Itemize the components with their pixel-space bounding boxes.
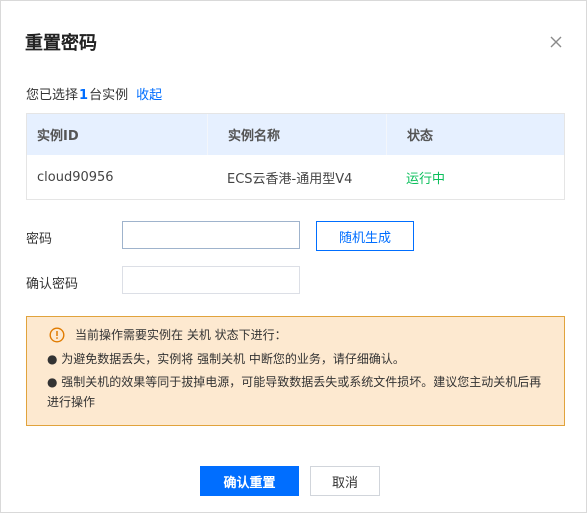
- confirm-password-label: 确认密码: [26, 277, 79, 292]
- cell-instance-id: cloud90956: [37, 169, 114, 185]
- generate-password-button[interactable]: 随机生成: [316, 221, 414, 251]
- table-header: 实例ID 实例名称 状态: [27, 114, 564, 155]
- instance-table: 实例ID 实例名称 状态 cloud90956 ECS云香港-通用型V4 运行中: [26, 113, 565, 200]
- cancel-button[interactable]: 取消: [310, 466, 380, 496]
- selection-suffix: 台实例: [89, 88, 129, 103]
- collapse-link[interactable]: 收起: [136, 88, 162, 103]
- warning-line-2: ● 强制关机的效果等同于拔掉电源，可能导致数据丢失或系统文件损坏。建议您主动关机…: [47, 375, 542, 409]
- selection-prefix: 您已选择: [26, 88, 79, 103]
- confirm-password-input[interactable]: [122, 266, 300, 294]
- status-badge: 运行中: [406, 171, 446, 187]
- header-status: 状态: [386, 114, 564, 155]
- selection-count: 1: [79, 88, 89, 103]
- selection-summary: 您已选择1台实例 收起: [26, 84, 162, 103]
- warning-heading-row: 当前操作需要实例在 关机 状态下进行：: [49, 325, 287, 345]
- header-instance-name: 实例名称: [207, 114, 386, 155]
- warning-heading: 当前操作需要实例在 关机 状态下进行：: [75, 328, 287, 342]
- confirm-reset-button[interactable]: 确认重置: [200, 466, 299, 496]
- close-icon[interactable]: [547, 33, 565, 51]
- dialog-title: 重置密码: [25, 33, 97, 54]
- cell-instance-name: ECS云香港-通用型V4: [227, 171, 353, 187]
- reset-password-dialog: 重置密码 您已选择1台实例 收起 实例ID 实例名称 状态 cloud90956 …: [0, 0, 587, 513]
- table-row: cloud90956 ECS云香港-通用型V4 运行中: [27, 155, 564, 199]
- password-label: 密码: [26, 232, 53, 247]
- warning-line-1: ● 为避免数据丢失，实例将 强制关机 中断您的业务，请仔细确认。: [47, 352, 405, 366]
- warning-circle-icon: [49, 327, 65, 343]
- header-instance-id: 实例ID: [37, 129, 79, 144]
- password-input[interactable]: [122, 221, 300, 249]
- warning-box: 当前操作需要实例在 关机 状态下进行： ● 为避免数据丢失，实例将 强制关机 中…: [26, 316, 565, 426]
- warning-lines: ● 为避免数据丢失，实例将 强制关机 中断您的业务，请仔细确认。 ● 强制关机的…: [47, 349, 547, 415]
